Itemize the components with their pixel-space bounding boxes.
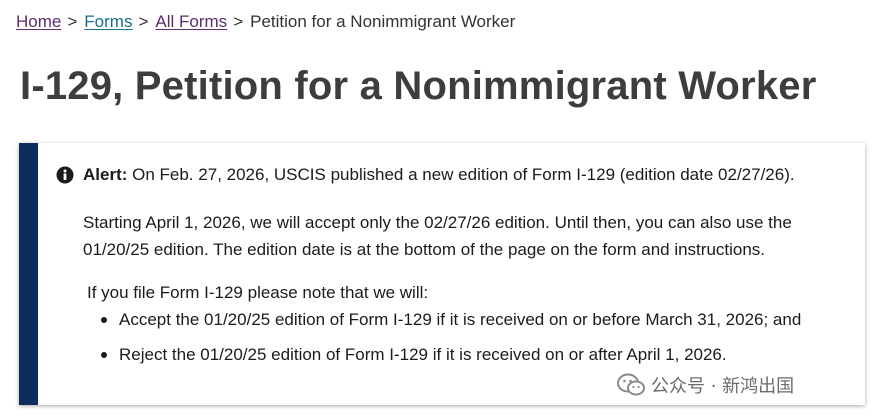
- alert-box: Alert: On Feb. 27, 2026, USCIS published…: [19, 143, 865, 405]
- breadcrumb-separator: >: [233, 12, 244, 31]
- info-circle-icon: [56, 166, 74, 184]
- alert-accent-bar: [19, 143, 38, 405]
- bullet-icon: [101, 317, 107, 323]
- breadcrumb-separator: >: [138, 12, 149, 31]
- alert-list: Accept the 01/20/25 edition of Form I-12…: [99, 309, 801, 366]
- alert-headline-text: On Feb. 27, 2026, USCIS published a new …: [132, 165, 795, 184]
- list-item: Reject the 01/20/25 edition of Form I-12…: [99, 344, 801, 366]
- breadcrumb-link-forms[interactable]: Forms: [84, 12, 132, 31]
- alert-headline: Alert: On Feb. 27, 2026, USCIS published…: [83, 164, 795, 186]
- breadcrumb: Home > Forms > All Forms > Petition for a Noni…: [16, 11, 515, 33]
- bullet-icon: [101, 352, 107, 358]
- list-item: Accept the 01/20/25 edition of Form I-12…: [99, 309, 801, 331]
- alert-paragraph-edition: Starting April 1, 2026, we will accept o…: [83, 213, 792, 259]
- watermark: 公众号 · 新鸿出国: [617, 372, 794, 398]
- breadcrumb-link-home[interactable]: Home: [16, 12, 61, 31]
- watermark-text: 公众号 · 新鸿出国: [651, 376, 795, 397]
- breadcrumb-link-all-forms[interactable]: All Forms: [155, 12, 227, 31]
- page-title: I-129, Petition for a Nonimmigrant Worke…: [20, 64, 817, 108]
- breadcrumb-separator: >: [67, 12, 78, 31]
- alert-label: Alert:: [83, 165, 128, 184]
- list-item-text: Reject the 01/20/25 edition of Form I-12…: [119, 345, 727, 364]
- alert-paragraph-intro: If you file Form I-129 please note that …: [87, 283, 429, 302]
- wechat-logo-icon: [617, 373, 645, 396]
- list-item-text: Accept the 01/20/25 edition of Form I-12…: [119, 310, 802, 329]
- breadcrumb-current: Petition for a Nonimmigrant Worker: [250, 12, 516, 31]
- page: Home > Forms > All Forms > Petition for a Noni…: [0, 0, 879, 420]
